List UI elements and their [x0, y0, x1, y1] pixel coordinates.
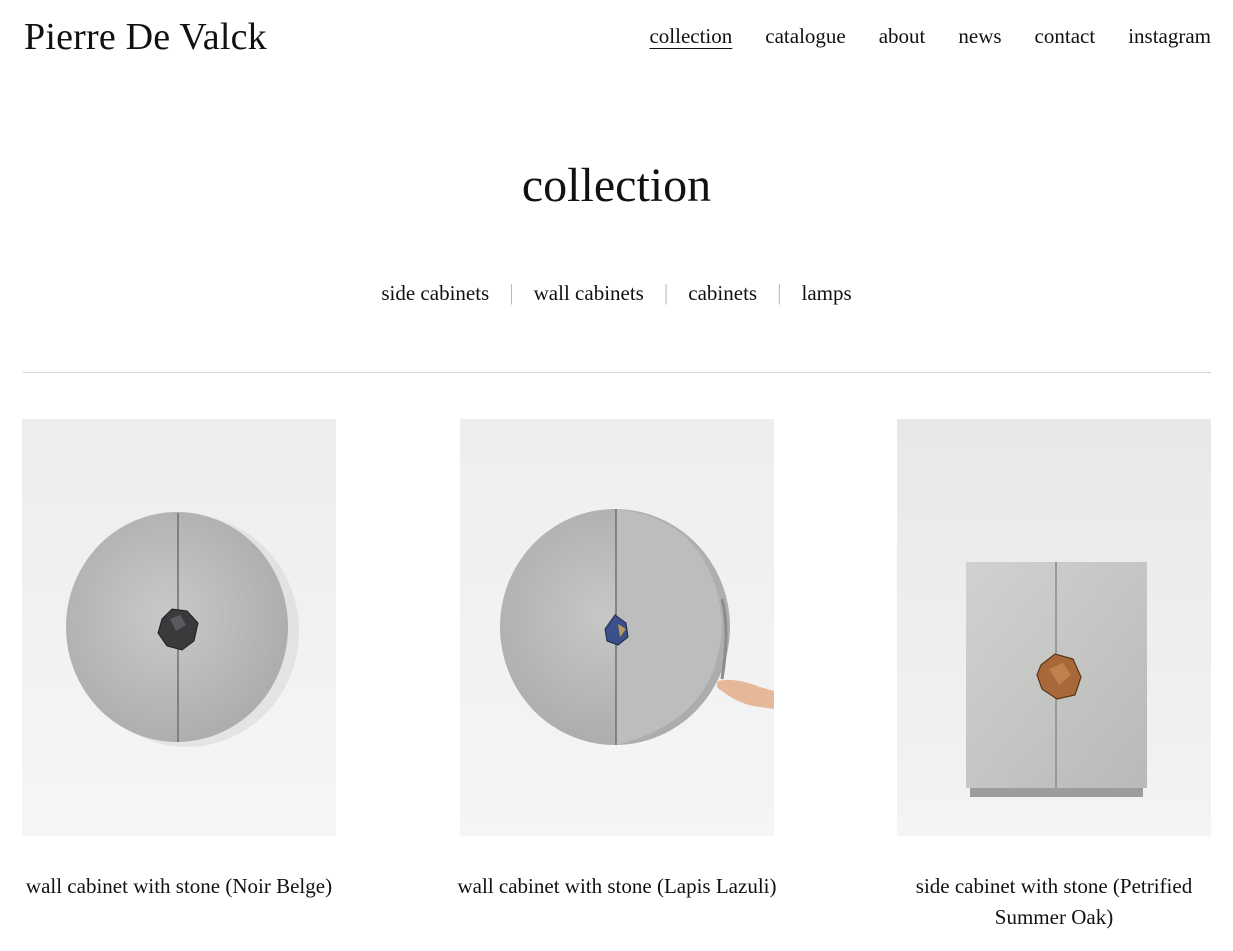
nav-item-instagram[interactable]: instagram [1128, 24, 1211, 49]
filter-separator: | [509, 280, 514, 305]
filter-cabinets[interactable]: cabinets [688, 281, 757, 306]
product-image-side-cabinet-petrified-summer-oak[interactable] [897, 419, 1211, 836]
filter-side-cabinets[interactable]: side cabinets [381, 281, 489, 306]
product-caption[interactable]: wall cabinet with stone (Lapis Lazuli) [450, 871, 784, 902]
filter-separator: | [777, 280, 782, 305]
main-nav: collection catalogue about news contact … [649, 24, 1211, 49]
category-filter-bar: side cabinets | wall cabinets | cabinets… [0, 280, 1233, 306]
product-card[interactable]: wall cabinet with stone (Lapis Lazuli) [458, 419, 776, 898]
product-card[interactable]: side cabinet with stone (Petrified Summe… [897, 419, 1211, 929]
product-image-wall-cabinet-lapis-lazuli[interactable] [460, 419, 774, 836]
nav-item-catalogue[interactable]: catalogue [765, 24, 845, 49]
filter-lamps[interactable]: lamps [801, 281, 851, 306]
page-title: collection [521, 159, 712, 212]
site-logo[interactable]: Pierre De Valck [24, 15, 267, 59]
section-divider [23, 372, 1211, 373]
nav-item-about[interactable]: about [879, 24, 926, 49]
filter-wall-cabinets[interactable]: wall cabinets [534, 281, 644, 306]
product-card[interactable]: wall cabinet with stone (Noir Belge) [22, 419, 336, 898]
product-image-wall-cabinet-noir-belge[interactable] [22, 419, 336, 836]
filter-separator: | [663, 280, 669, 305]
nav-item-contact[interactable]: contact [1035, 24, 1096, 49]
product-caption[interactable]: side cabinet with stone (Petrified Summe… [887, 871, 1221, 933]
nav-item-collection[interactable]: collection [649, 24, 732, 49]
product-caption[interactable]: wall cabinet with stone (Noir Belge) [12, 871, 346, 902]
nav-item-news[interactable]: news [958, 24, 1001, 49]
